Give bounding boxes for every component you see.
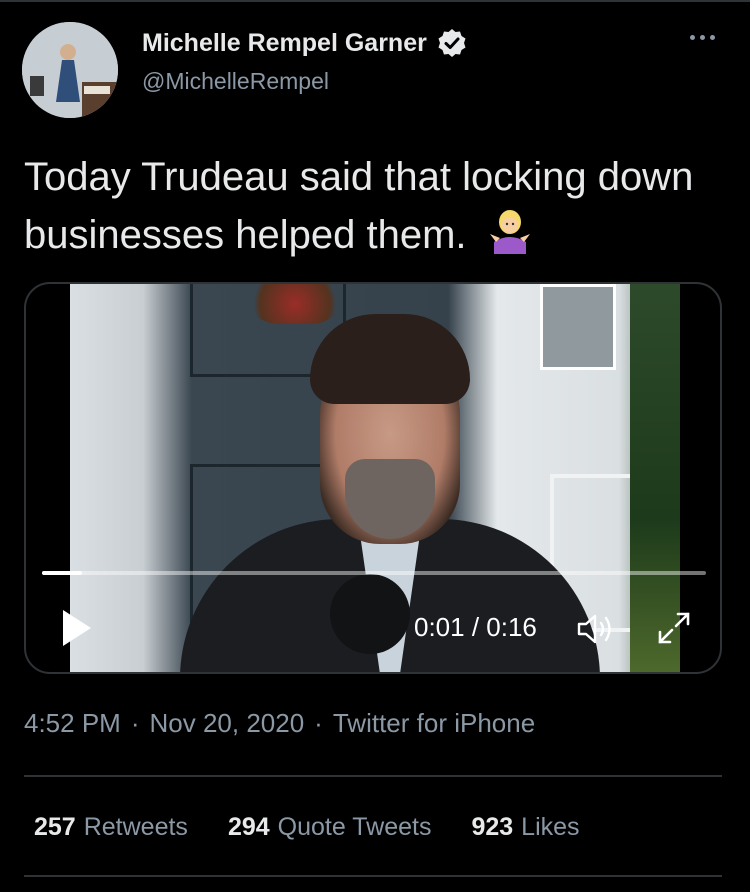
tweet-meta: 4:52 PM · Nov 20, 2020 · Twitter for iPh… bbox=[24, 708, 535, 739]
avatar-image bbox=[22, 22, 118, 118]
video-person-hair bbox=[310, 314, 470, 404]
quotes-label: Quote Tweets bbox=[277, 813, 432, 841]
likes-count: 923 bbox=[471, 813, 514, 841]
divider bbox=[24, 875, 722, 877]
meta-separator: · bbox=[130, 708, 140, 738]
top-divider bbox=[0, 0, 750, 2]
tweet-date[interactable]: Nov 20, 2020 bbox=[150, 708, 305, 739]
tweet-text: Today Trudeau said that locking down bus… bbox=[24, 148, 724, 264]
quote-tweets-stat[interactable]: 294 Quote Tweets bbox=[228, 813, 432, 842]
volume-icon[interactable] bbox=[576, 612, 616, 646]
retweets-stat[interactable]: 257 Retweets bbox=[34, 813, 188, 842]
quotes-count: 294 bbox=[227, 813, 270, 841]
likes-stat[interactable]: 923 Likes bbox=[471, 813, 579, 842]
author-handle[interactable]: @MichelleRempel bbox=[142, 68, 329, 95]
tweet-stats: 257 Retweets 294 Quote Tweets 923 Likes bbox=[34, 813, 580, 842]
video-progress-fill bbox=[42, 571, 82, 575]
likes-label: Likes bbox=[521, 813, 580, 841]
video-player[interactable]: 0:01 / 0:16 bbox=[24, 282, 722, 674]
video-time-readout: 0:01 / 0:16 bbox=[414, 612, 537, 642]
video-microphone bbox=[330, 574, 410, 654]
author-name-text[interactable]: Michelle Rempel Garner bbox=[142, 29, 427, 58]
divider bbox=[24, 775, 722, 777]
play-icon[interactable] bbox=[60, 608, 94, 648]
more-options-icon[interactable] bbox=[690, 30, 720, 44]
woman-shrugging-emoji-icon bbox=[489, 210, 530, 254]
author-avatar[interactable] bbox=[22, 22, 118, 118]
retweets-label: Retweets bbox=[83, 813, 188, 841]
author-name[interactable]: Michelle Rempel Garner bbox=[142, 28, 467, 58]
fullscreen-icon[interactable] bbox=[656, 610, 692, 646]
video-window bbox=[540, 284, 616, 370]
tweet-text-body: Today Trudeau said that locking down bus… bbox=[24, 155, 694, 257]
retweets-count: 257 bbox=[34, 813, 76, 841]
tweet-time[interactable]: 4:52 PM bbox=[24, 708, 121, 739]
verified-badge-icon bbox=[438, 29, 466, 57]
tweet-source[interactable]: Twitter for iPhone bbox=[333, 708, 535, 739]
meta-separator: · bbox=[314, 708, 323, 738]
video-progress-bar[interactable] bbox=[42, 571, 706, 575]
